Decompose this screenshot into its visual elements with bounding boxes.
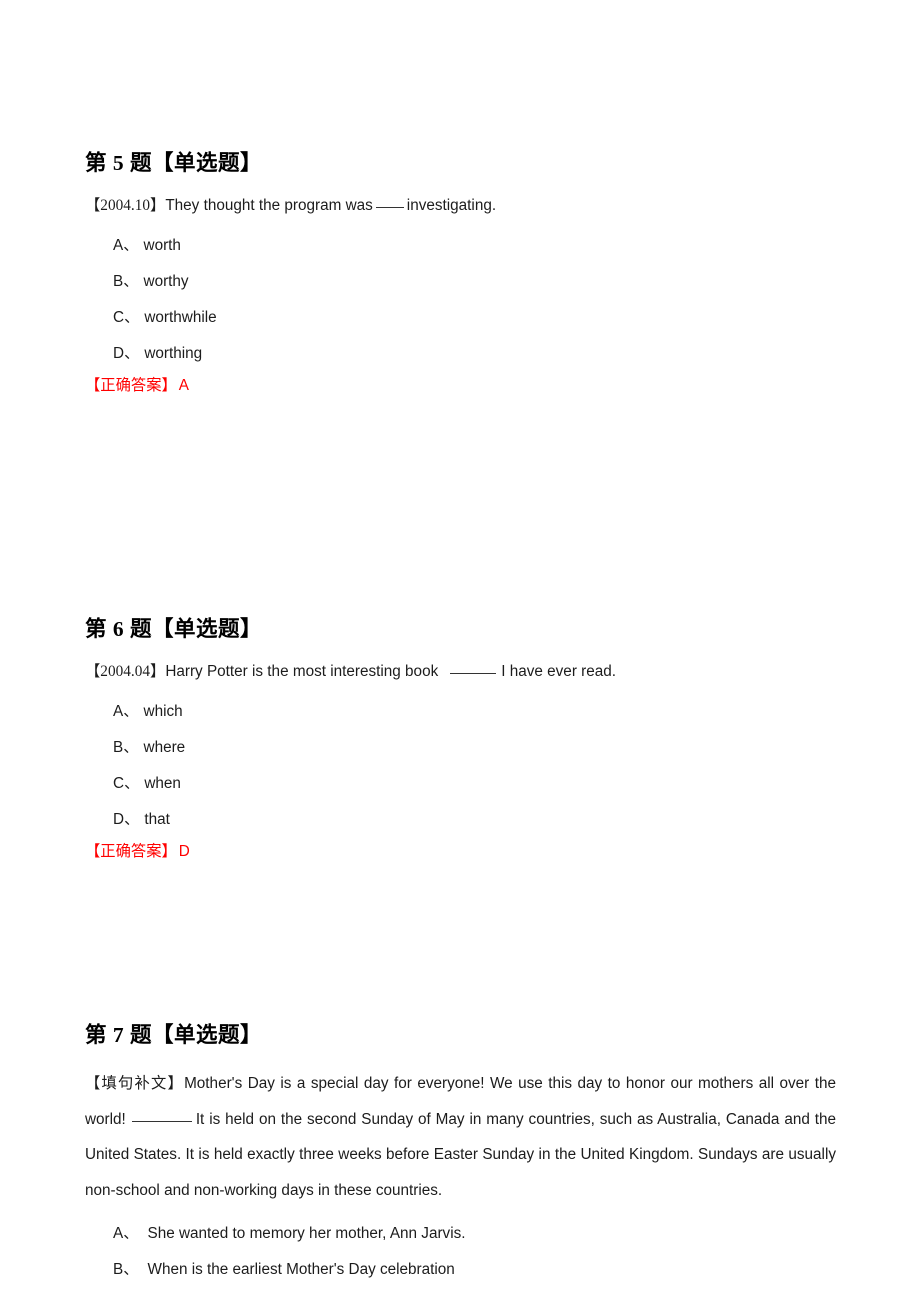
option-separator: 、 [123, 272, 139, 290]
option-separator: 、 [123, 738, 139, 756]
option-item[interactable]: B、 where [85, 730, 836, 766]
question-stem-5: 【2004.10】They thought the program was inv… [85, 194, 836, 218]
question-stem-before-5: They thought the program was [165, 196, 373, 214]
option-key: B [113, 738, 124, 756]
question-stem-before-6: Harry Potter is the most interesting boo… [165, 663, 439, 681]
question-stem-after-5: investigating. [406, 196, 497, 214]
option-list-5: A、 worth B、 worthy C、 worthwhile D、 worthing [85, 228, 836, 372]
option-key: B [113, 1261, 124, 1279]
question-passage-7: 【填句补文】Mother's Day is a special day for … [85, 1066, 836, 1208]
option-item[interactable]: D、 that [85, 802, 836, 838]
option-item[interactable]: C、 when [85, 766, 836, 802]
question-stem-after-6: I have ever read. [501, 663, 617, 681]
correct-answer-value: A [178, 376, 189, 394]
correct-answer-row-6: 【正确答案】 D [85, 840, 836, 864]
question-heading-text-6: 第 6 题【单选题】 [85, 617, 263, 642]
option-key: A [113, 236, 124, 254]
option-item[interactable]: B、 When is the earliest Mother's Day cele… [85, 1252, 836, 1288]
question-heading-text-5: 第 5 题【单选题】 [85, 151, 263, 175]
option-label: which [143, 702, 183, 720]
option-list-6: A、 which B、 where C、 when D、 that [85, 694, 836, 838]
passage-after-blank-7: It is held on the second Sunday of May i… [85, 1110, 836, 1199]
question-heading-7: 第 7 题【单选题】 [85, 1022, 836, 1050]
question-stem-6: 【2004.04】Harry Potter is the most intere… [85, 660, 836, 684]
option-label: that [144, 810, 170, 828]
question-source-tag-5: 【2004.10】 [85, 196, 166, 214]
correct-answer-value: D [178, 842, 190, 860]
option-key: B [113, 272, 124, 290]
option-list-7: A、 She wanted to memory her mother, Ann J… [85, 1216, 836, 1288]
option-key: C [113, 308, 125, 326]
question-heading-text-7: 第 7 题【单选题】 [85, 1023, 263, 1048]
option-separator: 、 [124, 810, 140, 828]
option-label: where [143, 738, 186, 756]
option-label: When is the earliest Mother's Day celebr… [147, 1261, 455, 1279]
option-separator: 、 [123, 1261, 139, 1279]
option-key: D [113, 810, 125, 828]
correct-answer-label: 【正确答案】 [85, 376, 177, 394]
option-label: worthing [144, 344, 203, 362]
option-item[interactable]: D、 worthing [85, 336, 836, 372]
option-item[interactable]: A、 She wanted to memory her mother, Ann J… [85, 1216, 836, 1252]
answer-blank-6 [450, 662, 497, 675]
correct-answer-row-5: 【正确答案】 A [85, 374, 836, 398]
option-label: worth [143, 236, 181, 254]
question-source-tag-6: 【2004.04】 [85, 663, 166, 681]
option-key: D [113, 344, 125, 362]
option-item[interactable]: B、 worthy [85, 264, 836, 300]
option-separator: 、 [124, 308, 140, 326]
option-label: She wanted to memory her mother, Ann Jar… [147, 1225, 466, 1243]
option-label: when [144, 774, 181, 792]
question-block-7: 第 7 题【单选题】 【填句补文】Mother's Day is a speci… [85, 1022, 836, 1288]
option-label: worthwhile [144, 308, 217, 326]
question-block-6: 第 6 题【单选题】 【2004.04】Harry Potter is the … [85, 616, 836, 864]
document-page: 第 5 题【单选题】 【2004.10】They thought the pro… [0, 0, 920, 1302]
question-heading-5: 第 5 题【单选题】 [85, 150, 836, 178]
option-label: worthy [143, 272, 189, 290]
option-separator: 、 [124, 774, 140, 792]
option-key: A [113, 1225, 124, 1243]
option-separator: 、 [123, 236, 139, 254]
question-heading-6: 第 6 题【单选题】 [85, 616, 836, 644]
option-separator: 、 [123, 702, 139, 720]
answer-blank-5 [375, 196, 404, 208]
option-item[interactable]: A、 worth [85, 228, 836, 264]
option-key: C [113, 774, 125, 792]
option-item[interactable]: A、 which [85, 694, 836, 730]
question-source-tag-7: 【填句补文】 [85, 1075, 185, 1093]
option-key: A [113, 702, 124, 720]
question-block-5: 第 5 题【单选题】 【2004.10】They thought the pro… [85, 150, 836, 398]
answer-blank-7 [131, 1110, 192, 1122]
option-item[interactable]: C、 worthwhile [85, 300, 836, 336]
option-separator: 、 [124, 344, 140, 362]
option-separator: 、 [123, 1225, 139, 1243]
question-list: 第 5 题【单选题】 【2004.10】They thought the pro… [85, 150, 836, 1288]
correct-answer-label: 【正确答案】 [85, 842, 177, 860]
